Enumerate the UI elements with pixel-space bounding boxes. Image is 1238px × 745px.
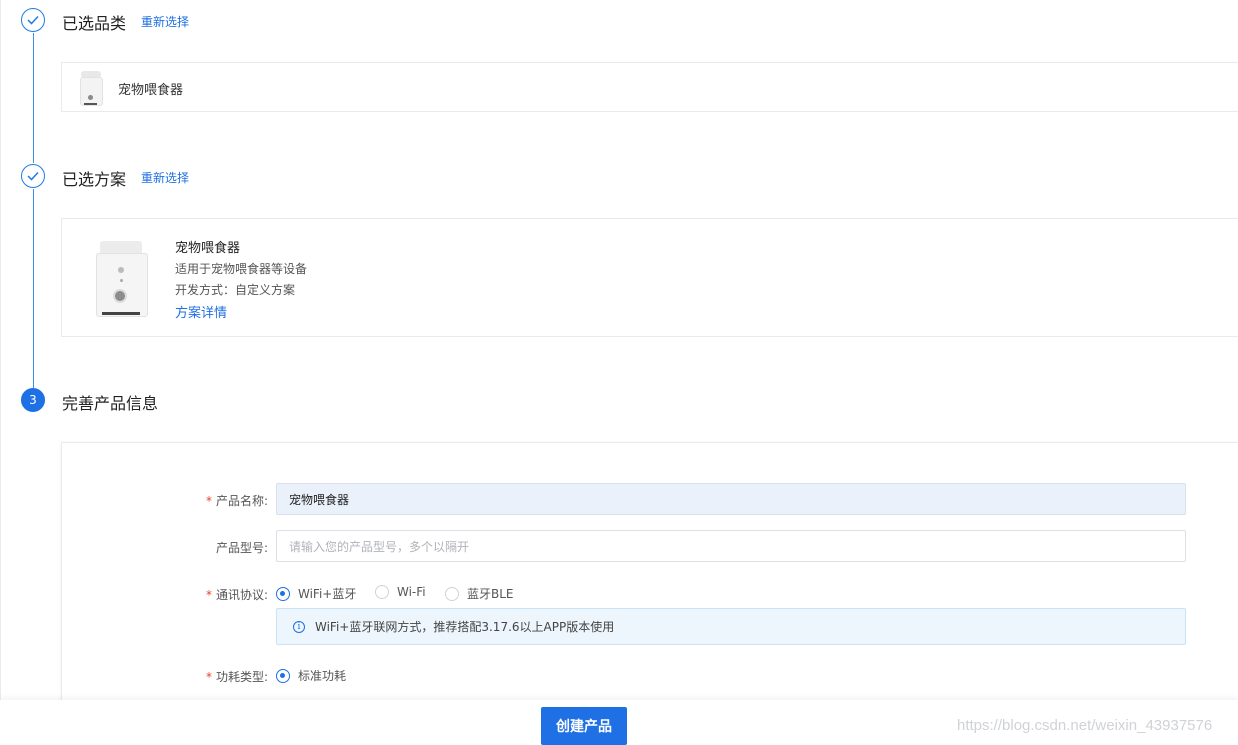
protocol-radio-wifi-bluetooth[interactable]: WiFi+蓝牙 [276,585,356,602]
step-3-title: 完善产品信息 [62,394,159,413]
left-border [0,0,1,745]
protocol-label: * 通讯协议: [205,588,268,602]
required-mark: * [205,670,212,684]
protocol-notice: i WiFi+蓝牙联网方式，推荐搭配3.17.6以上APP版本使用 [276,608,1186,645]
scheme-description: 适用于宠物喂食器等设备 [175,262,308,276]
step-2-reselect-link[interactable]: 重新选择 [141,169,189,186]
category-card: 宠物喂食器 [61,62,1238,112]
step-connector-line [33,189,34,388]
product-model-input[interactable]: 请输入您的产品型号，多个以隔开 [276,530,1186,562]
product-name-label: * 产品名称: [205,494,268,508]
required-mark: * [205,588,212,602]
info-icon: i [293,620,305,633]
product-name-input[interactable]: 宠物喂食器 [276,483,1186,515]
category-name: 宠物喂食器 [118,83,184,98]
power-radio-standard[interactable]: 标准功耗 [276,667,346,684]
product-model-label: 产品型号: [215,541,268,555]
protocol-radio-wifi[interactable]: Wi-Fi [375,585,426,599]
step-connector-line [33,33,34,163]
pet-feeder-thumbnail [78,71,104,107]
scheme-details-link[interactable]: 方案详情 [175,302,227,321]
step-2-title: 已选方案 [62,170,127,189]
step-1-reselect-link[interactable]: 重新选择 [141,13,189,30]
protocol-radio-ble[interactable]: 蓝牙BLE [445,585,514,602]
step-1-check-icon [21,8,45,32]
create-product-button[interactable]: 创建产品 [541,707,627,745]
scheme-name: 宠物喂食器 [175,241,241,256]
step-1-title: 已选品类 [62,14,127,33]
radio-checked-icon [276,586,290,601]
power-type-label: * 功耗类型: [205,670,268,684]
radio-checked-icon [276,668,290,683]
pet-feeder-image [94,241,148,317]
scheme-card: 宠物喂食器 适用于宠物喂食器等设备 开发方式：自定义方案 方案详情 [61,218,1238,337]
scheme-dev-mode: 开发方式：自定义方案 [175,283,296,297]
radio-unchecked-icon [445,586,459,601]
watermark: https://blog.csdn.net/weixin_43937576 [957,717,1213,734]
radio-unchecked-icon [375,585,389,599]
required-mark: * [205,494,212,508]
page: 已选品类 重新选择 宠物喂食器 已选方案 重新选择 宠物喂食器 适用于宠物喂食器… [0,0,1238,745]
step-3-number-badge: 3 [21,388,45,412]
step-2-check-icon [21,164,45,188]
